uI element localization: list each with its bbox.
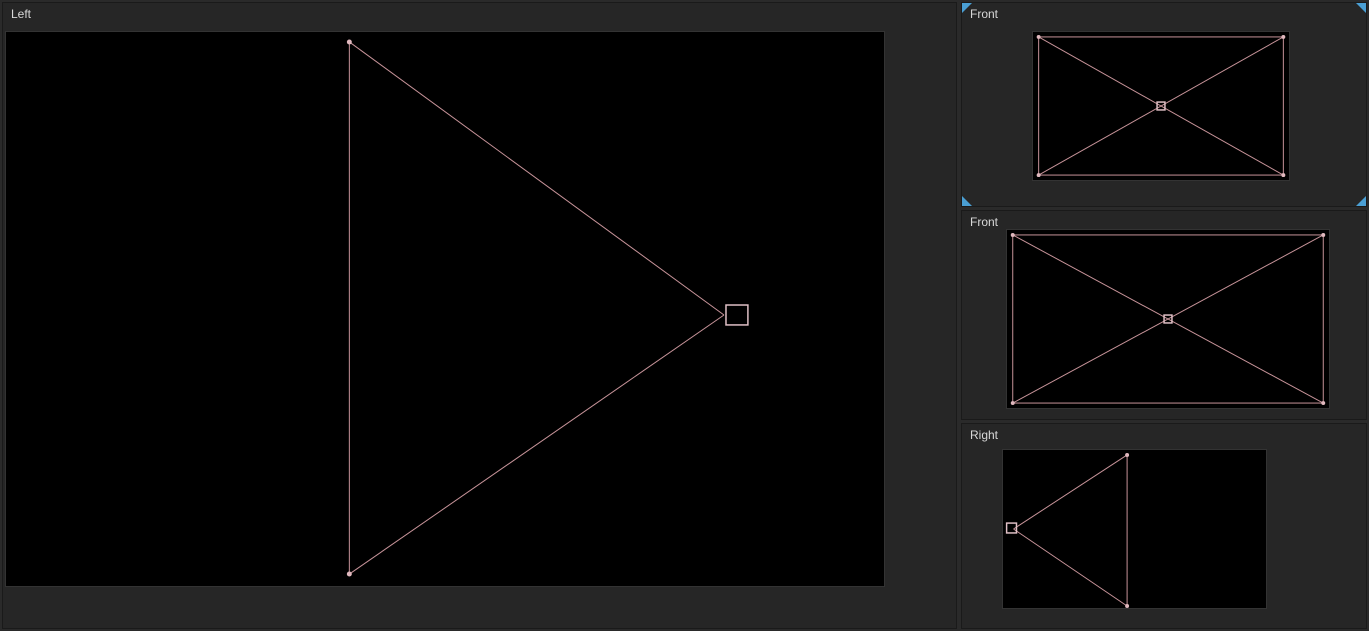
wireframe-front-1 <box>1033 32 1289 180</box>
wireframe-left <box>6 32 884 586</box>
viewport-front-1[interactable]: Front <box>961 2 1367 207</box>
right-panel-group: Front Front <box>959 0 1369 631</box>
viewport-label-front-2: Front <box>970 215 998 229</box>
viewport-label-front-1: Front <box>970 7 998 21</box>
viewport-canvas-left[interactable] <box>5 31 885 587</box>
viewport-label-left: Left <box>11 7 31 21</box>
viewport-canvas-front-1[interactable] <box>1032 31 1290 181</box>
viewport-canvas-right[interactable] <box>1002 449 1267 609</box>
viewport-label-right: Right <box>970 428 998 442</box>
wireframe-right <box>1003 450 1266 608</box>
active-marker-br-icon <box>1356 196 1366 206</box>
wireframe-front-2 <box>1007 230 1329 408</box>
viewport-left[interactable]: Left <box>2 2 957 629</box>
active-marker-tl-icon <box>962 3 972 13</box>
viewport-front-2[interactable]: Front <box>961 210 1367 420</box>
viewport-right[interactable]: Right <box>961 423 1367 629</box>
active-marker-tr-icon <box>1356 3 1366 13</box>
active-marker-bl-icon <box>962 196 972 206</box>
viewport-canvas-front-2[interactable] <box>1006 229 1330 409</box>
